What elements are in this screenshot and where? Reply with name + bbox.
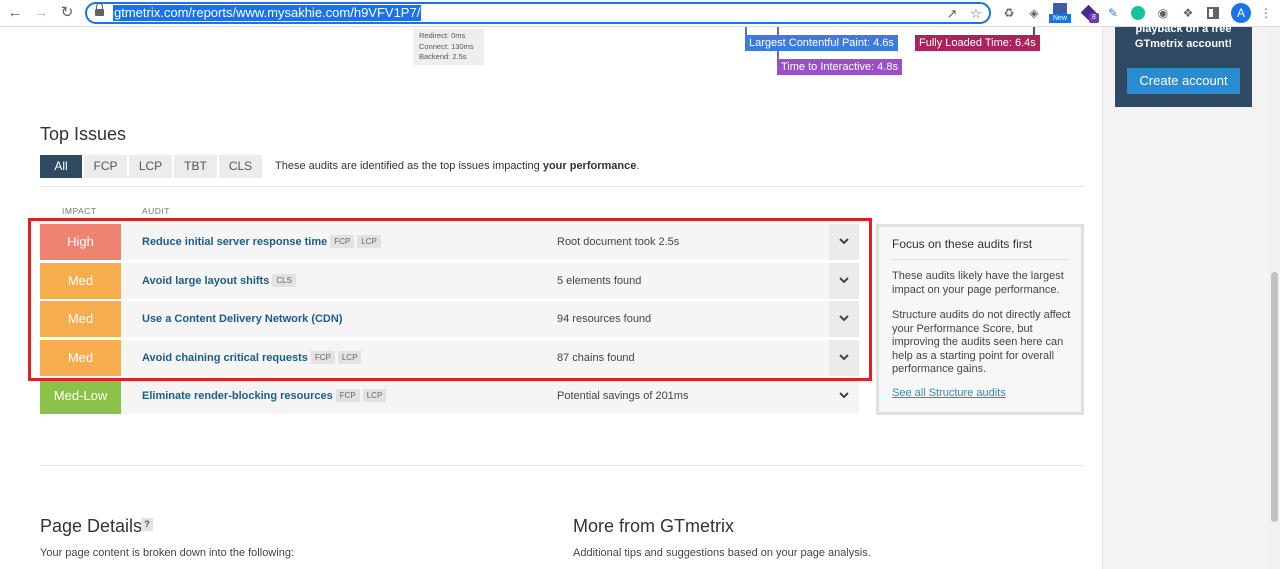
page-details-description: Your page content is broken down into th… — [40, 547, 294, 559]
timing-connect: Connect: 130ms — [419, 41, 474, 51]
recycle-extension-icon[interactable]: ♻ — [1000, 4, 1018, 22]
scrollbar-thumb[interactable] — [1271, 272, 1278, 522]
audit-title[interactable]: Eliminate render-blocking resources FCP LC… — [142, 378, 387, 414]
create-account-button[interactable]: Create account — [1127, 68, 1240, 94]
expand-chevron-icon[interactable] — [829, 378, 859, 414]
url-text[interactable]: gtmetrix.com/reports/www.mysakhie.com/h9… — [113, 5, 422, 21]
audit-column-header: AUDIT — [142, 206, 170, 216]
back-arrow-icon[interactable]: ← — [4, 3, 26, 23]
highlight-annotation-box — [28, 218, 872, 381]
new-extension-icon[interactable]: New — [1049, 3, 1071, 23]
filter-tab-lcp[interactable]: LCP — [129, 155, 172, 178]
more-from-gtmetrix-title: More from GTmetrix — [573, 516, 735, 536]
audit-row[interactable]: Med-Low Eliminate render-blocking resour… — [40, 378, 859, 414]
grammarly-icon[interactable] — [1129, 4, 1147, 22]
metric-chip-fcp: FCP — [335, 389, 360, 402]
lcp-marker-label: Largest Contentful Paint: 4.6s — [745, 35, 898, 51]
filter-tab-all[interactable]: All — [40, 155, 82, 178]
translate-extension-icon[interactable]: ✎ — [1104, 4, 1122, 22]
audit-result: Potential savings of 201ms — [557, 390, 689, 402]
divider — [40, 465, 1084, 466]
share-icon[interactable]: ↗ — [943, 5, 961, 23]
tti-marker-label: Time to Interactive: 4.8s — [777, 59, 902, 75]
flt-marker-label: Fully Loaded Time: 6.4s — [915, 35, 1040, 51]
menu-dots-icon[interactable]: ⋮ — [1257, 4, 1275, 22]
extension-count-badge: 8 — [1089, 13, 1099, 23]
impact-column-header: IMPACT — [62, 206, 97, 216]
filter-tab-cls[interactable]: CLS — [219, 155, 262, 178]
camera-extension-icon[interactable]: ◉ — [1154, 4, 1172, 22]
timing-tooltip: Redirect: 0ms Connect: 130ms Backend: 2.… — [413, 29, 484, 65]
filter-description: These audits are identified as the top i… — [275, 160, 639, 172]
address-bar[interactable]: gtmetrix.com/reports/www.mysakhie.com/h9… — [85, 2, 991, 24]
side-panel-icon[interactable] — [1204, 4, 1222, 22]
puzzle-extensions-icon[interactable]: ❖ — [1179, 4, 1197, 22]
page-details-title: Page Details — [40, 516, 143, 536]
promo-text-line1: playback on a free — [1135, 23, 1232, 35]
filter-tab-tbt[interactable]: TBT — [174, 155, 217, 178]
profile-avatar[interactable]: A — [1231, 3, 1251, 23]
audit-name[interactable]: Eliminate render-blocking resources — [142, 390, 333, 402]
timing-redirect: Redirect: 0ms — [419, 31, 466, 40]
filter-tab-fcp[interactable]: FCP — [84, 155, 127, 178]
globe-extension-icon[interactable]: ◈ — [1025, 4, 1043, 22]
filter-desc-prefix: These audits are identified as the top i… — [275, 160, 543, 172]
diamond-extension-icon[interactable]: 8 — [1079, 4, 1099, 23]
signup-promo: playback on a free GTmetrix account! Cre… — [1115, 23, 1252, 107]
content-edge — [1102, 27, 1103, 569]
focus-panel-divider — [892, 259, 1068, 260]
metric-chip-lcp: LCP — [362, 389, 387, 402]
top-issues-title: Top Issues — [40, 124, 127, 144]
focus-audits-panel: Focus on these audits first These audits… — [876, 224, 1084, 415]
help-icon[interactable]: ? — [141, 518, 153, 531]
filter-desc-bold: your performance — [542, 160, 637, 172]
page-scrollbar[interactable] — [1269, 27, 1280, 569]
see-all-structure-audits-link[interactable]: See all Structure audits — [892, 387, 1006, 399]
reload-icon[interactable]: ↻ — [56, 3, 78, 23]
forward-arrow-icon[interactable]: → — [30, 3, 52, 23]
bookmark-star-icon[interactable]: ☆ — [967, 5, 985, 23]
focus-panel-title: Focus on these audits first — [892, 237, 1033, 251]
timing-backend: Backend: 2.5s — [419, 52, 467, 61]
divider — [40, 186, 1084, 187]
new-badge: New — [1049, 14, 1071, 23]
browser-toolbar: ← → ↻ gtmetrix.com/reports/www.mysakhie.… — [0, 0, 1280, 27]
lock-icon — [95, 3, 104, 16]
focus-panel-text-2: Structure audits do not directly affect … — [892, 309, 1071, 375]
promo-text-line2: GTmetrix account! — [1134, 38, 1233, 50]
filter-desc-suffix: . — [636, 160, 640, 172]
page-right-margin — [1102, 27, 1280, 569]
focus-panel-text-1: These audits likely have the largest imp… — [892, 270, 1064, 296]
more-from-gtmetrix-description: Additional tips and suggestions based on… — [573, 547, 871, 559]
impact-badge-med-low: Med-Low — [40, 378, 121, 414]
